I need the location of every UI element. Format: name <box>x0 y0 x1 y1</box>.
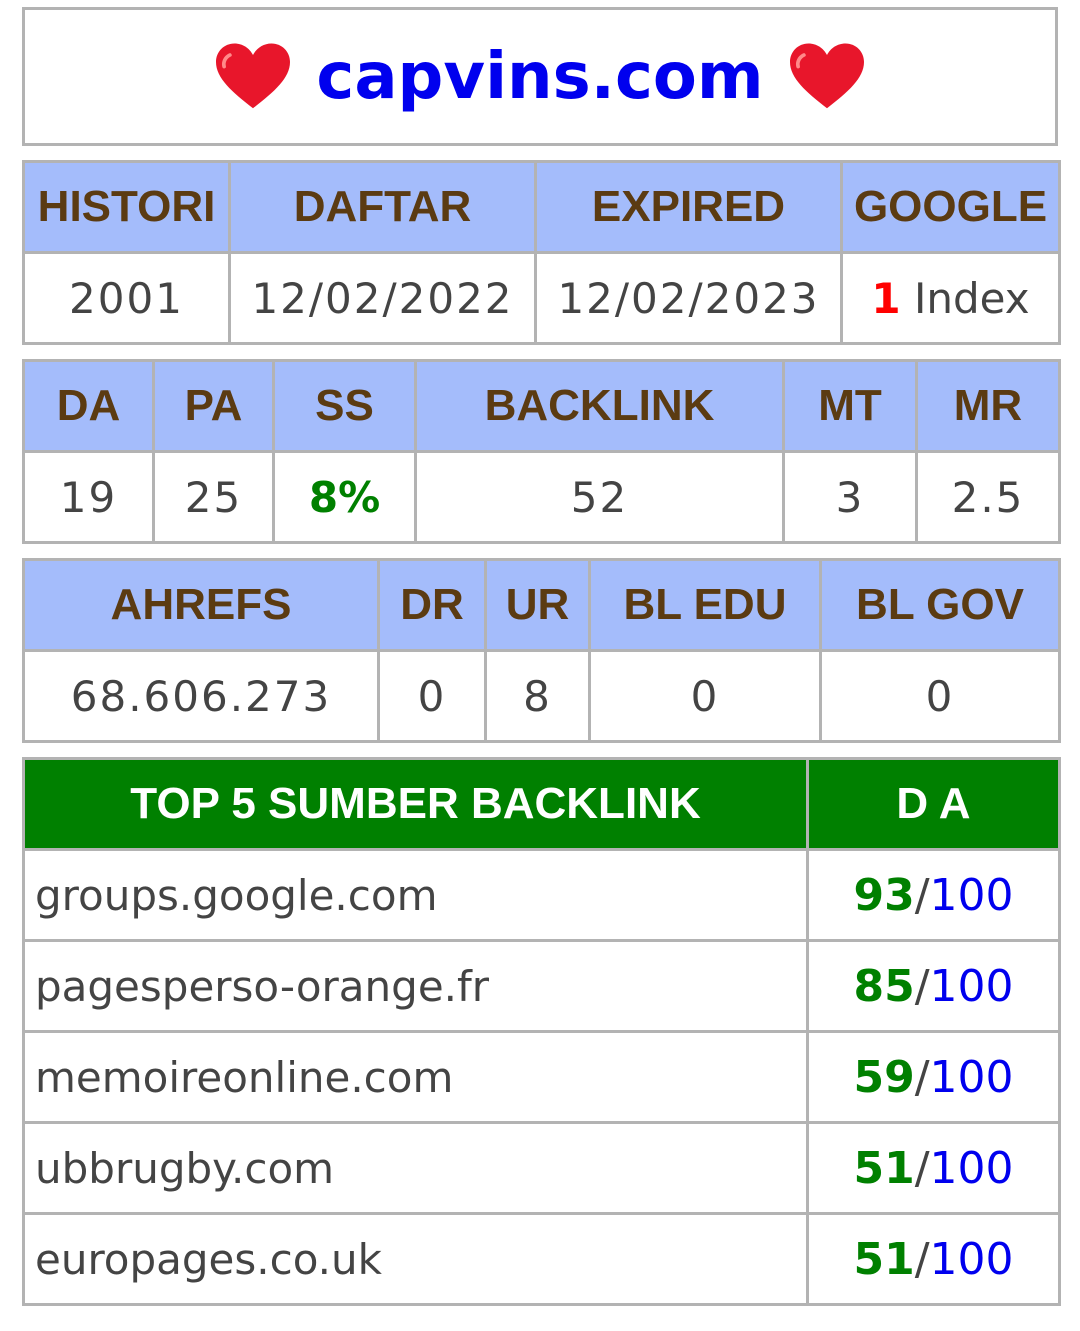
ahrefs-header-row: AHREFS DR UR BL EDU BL GOV <box>22 558 1061 652</box>
ahrefs-value-row: 68.606.273 0 8 0 0 <box>22 649 1061 743</box>
backlink-da: 59/100 <box>806 1030 1061 1124</box>
info-value-row: 2001 12/02/2022 12/02/2023 1 Index <box>22 251 1061 345</box>
ahrefs-value: 68.606.273 <box>22 649 380 743</box>
da-separator: / <box>914 1233 930 1285</box>
backlink-header: BACKLINK <box>414 359 785 453</box>
google-index-label: Index <box>913 273 1030 323</box>
mr-header: MR <box>915 359 1061 453</box>
backlink-da: 51/100 <box>806 1212 1061 1306</box>
backlink-site[interactable]: pagesperso-orange.fr <box>22 939 809 1033</box>
table-row: groups.google.com 93/100 <box>22 848 1061 942</box>
domain-name[interactable]: capvins.com <box>316 40 763 114</box>
bl-edu-header: BL EDU <box>588 558 822 652</box>
da-score: 85 <box>853 960 915 1012</box>
table-row: memoireonline.com 59/100 <box>22 1030 1061 1124</box>
top-backlinks-title: TOP 5 SUMBER BACKLINK <box>22 757 809 851</box>
bl-gov-value: 0 <box>819 649 1061 743</box>
dr-header: DR <box>377 558 487 652</box>
domain-report: capvins.com HISTORI DAFTAR EXPIRED GOOGL… <box>22 7 1061 1306</box>
ahrefs-header: AHREFS <box>22 558 380 652</box>
da-max: 100 <box>929 1142 1014 1194</box>
heart-icon <box>216 42 291 108</box>
table-row: pagesperso-orange.fr 85/100 <box>22 939 1061 1033</box>
backlink-da: 51/100 <box>806 1121 1061 1215</box>
moz-header-row: DA PA SS BACKLINK MT MR <box>22 359 1061 453</box>
da-max: 100 <box>929 1233 1014 1285</box>
daftar-header: DAFTAR <box>228 160 537 254</box>
da-column-header: D A <box>806 757 1061 851</box>
ss-header: SS <box>272 359 417 453</box>
dr-value: 0 <box>377 649 487 743</box>
da-separator: / <box>914 960 930 1012</box>
mr-value: 2.5 <box>915 450 1061 544</box>
da-separator: / <box>914 1142 930 1194</box>
domain-title-box: capvins.com <box>22 7 1058 146</box>
da-score: 51 <box>853 1142 915 1194</box>
backlink-site[interactable]: europages.co.uk <box>22 1212 809 1306</box>
backlink-site[interactable]: ubbrugby.com <box>22 1121 809 1215</box>
google-index-value: 1 Index <box>840 251 1061 345</box>
ur-header: UR <box>484 558 591 652</box>
da-value: 19 <box>22 450 155 544</box>
ur-value: 8 <box>484 649 591 743</box>
mt-header: MT <box>782 359 918 453</box>
da-max: 100 <box>929 960 1014 1012</box>
pa-header: PA <box>152 359 275 453</box>
bl-edu-value: 0 <box>588 649 822 743</box>
ahrefs-table: AHREFS DR UR BL EDU BL GOV 68.606.273 0 … <box>22 558 1061 743</box>
moz-value-row: 19 25 8% 52 3 2.5 <box>22 450 1061 544</box>
backlink-da: 85/100 <box>806 939 1061 1033</box>
top-backlinks-table: TOP 5 SUMBER BACKLINK D A groups.google.… <box>22 757 1061 1306</box>
da-max: 100 <box>929 869 1014 921</box>
histori-value: 2001 <box>22 251 231 345</box>
pa-value: 25 <box>152 450 275 544</box>
da-score: 59 <box>853 1051 915 1103</box>
heart-icon <box>789 42 864 108</box>
da-separator: / <box>914 869 930 921</box>
table-row: europages.co.uk 51/100 <box>22 1212 1061 1306</box>
expired-value: 12/02/2023 <box>534 251 843 345</box>
histori-header: HISTORI <box>22 160 231 254</box>
backlink-da: 93/100 <box>806 848 1061 942</box>
da-max: 100 <box>929 1051 1014 1103</box>
google-header: GOOGLE <box>840 160 1061 254</box>
backlink-site[interactable]: groups.google.com <box>22 848 809 942</box>
google-index-count: 1 <box>871 273 901 323</box>
mt-value: 3 <box>782 450 918 544</box>
expired-header: EXPIRED <box>534 160 843 254</box>
daftar-value: 12/02/2022 <box>228 251 537 345</box>
da-separator: / <box>914 1051 930 1103</box>
top-backlinks-header-row: TOP 5 SUMBER BACKLINK D A <box>22 757 1061 851</box>
ss-value: 8% <box>272 450 417 544</box>
da-score: 93 <box>853 869 915 921</box>
bl-gov-header: BL GOV <box>819 558 1061 652</box>
table-row: ubbrugby.com 51/100 <box>22 1121 1061 1215</box>
info-header-row: HISTORI DAFTAR EXPIRED GOOGLE <box>22 160 1061 254</box>
info-table: HISTORI DAFTAR EXPIRED GOOGLE 2001 12/02… <box>22 160 1061 345</box>
da-header: DA <box>22 359 155 453</box>
backlink-site[interactable]: memoireonline.com <box>22 1030 809 1124</box>
backlink-value: 52 <box>414 450 785 544</box>
moz-table: DA PA SS BACKLINK MT MR 19 25 8% 52 3 2.… <box>22 359 1061 544</box>
da-score: 51 <box>853 1233 915 1285</box>
